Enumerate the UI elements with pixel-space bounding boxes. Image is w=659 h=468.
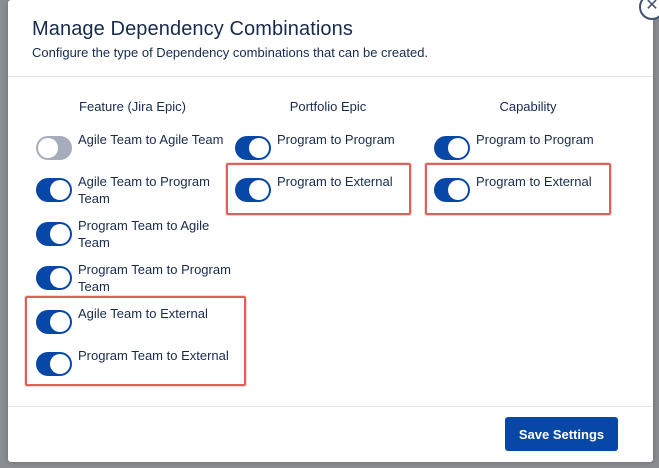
- toggle-label: Program Team to Agile Team: [78, 218, 210, 250]
- column-header-portfolio-epic: Portfolio Epic: [289, 99, 367, 114]
- save-settings-button[interactable]: Save Settings: [505, 417, 618, 451]
- toggle-switch[interactable]: [434, 136, 470, 160]
- toggle-row-program-to-program: Program Team to Program Team: [36, 262, 236, 295]
- toggle-row-agile-to-program: Agile Team to Program Team: [36, 174, 226, 207]
- highlight-box-feature-external: [25, 296, 246, 386]
- highlight-box-capability-external: [425, 163, 611, 215]
- toggle-switch[interactable]: [235, 136, 271, 160]
- toggle-switch[interactable]: [36, 266, 72, 290]
- toggle-knob: [249, 138, 269, 158]
- highlight-box-portfolio-external: [226, 163, 411, 215]
- toggle-row-program-to-agile: Program Team to Agile Team: [36, 218, 226, 251]
- modal-title: Manage Dependency Combinations: [32, 18, 353, 40]
- toggle-label: Agile Team to Program Team: [78, 174, 210, 206]
- toggle-knob: [448, 138, 468, 158]
- toggle-label: Program to Program: [277, 132, 395, 147]
- modal-subtitle: Configure the type of Dependency combina…: [32, 45, 429, 60]
- toggle-knob: [50, 224, 70, 244]
- toggle-row-portfolio-program-to-program: Program to Program: [235, 132, 415, 160]
- manage-dependency-modal: Manage Dependency Combinations Configure…: [8, 0, 653, 462]
- toggle-row-agile-to-agile: Agile Team to Agile Team: [36, 132, 226, 160]
- toggle-knob: [50, 268, 70, 288]
- column-header-capability: Capability: [499, 99, 557, 114]
- toggle-knob: [38, 138, 58, 158]
- modal-header: Manage Dependency Combinations Configure…: [8, 0, 653, 77]
- toggle-label: Program Team to Program Team: [78, 262, 231, 294]
- toggle-switch[interactable]: [36, 178, 72, 202]
- toggle-label: Agile Team to Agile Team: [78, 132, 224, 147]
- toggle-switch[interactable]: [36, 136, 72, 160]
- toggle-switch[interactable]: [36, 222, 72, 246]
- toggle-label: Program to Program: [476, 132, 594, 147]
- toggle-knob: [50, 180, 70, 200]
- column-header-feature: Feature (Jira Epic): [79, 99, 186, 114]
- toggle-row-capability-program-to-program: Program to Program: [434, 132, 614, 160]
